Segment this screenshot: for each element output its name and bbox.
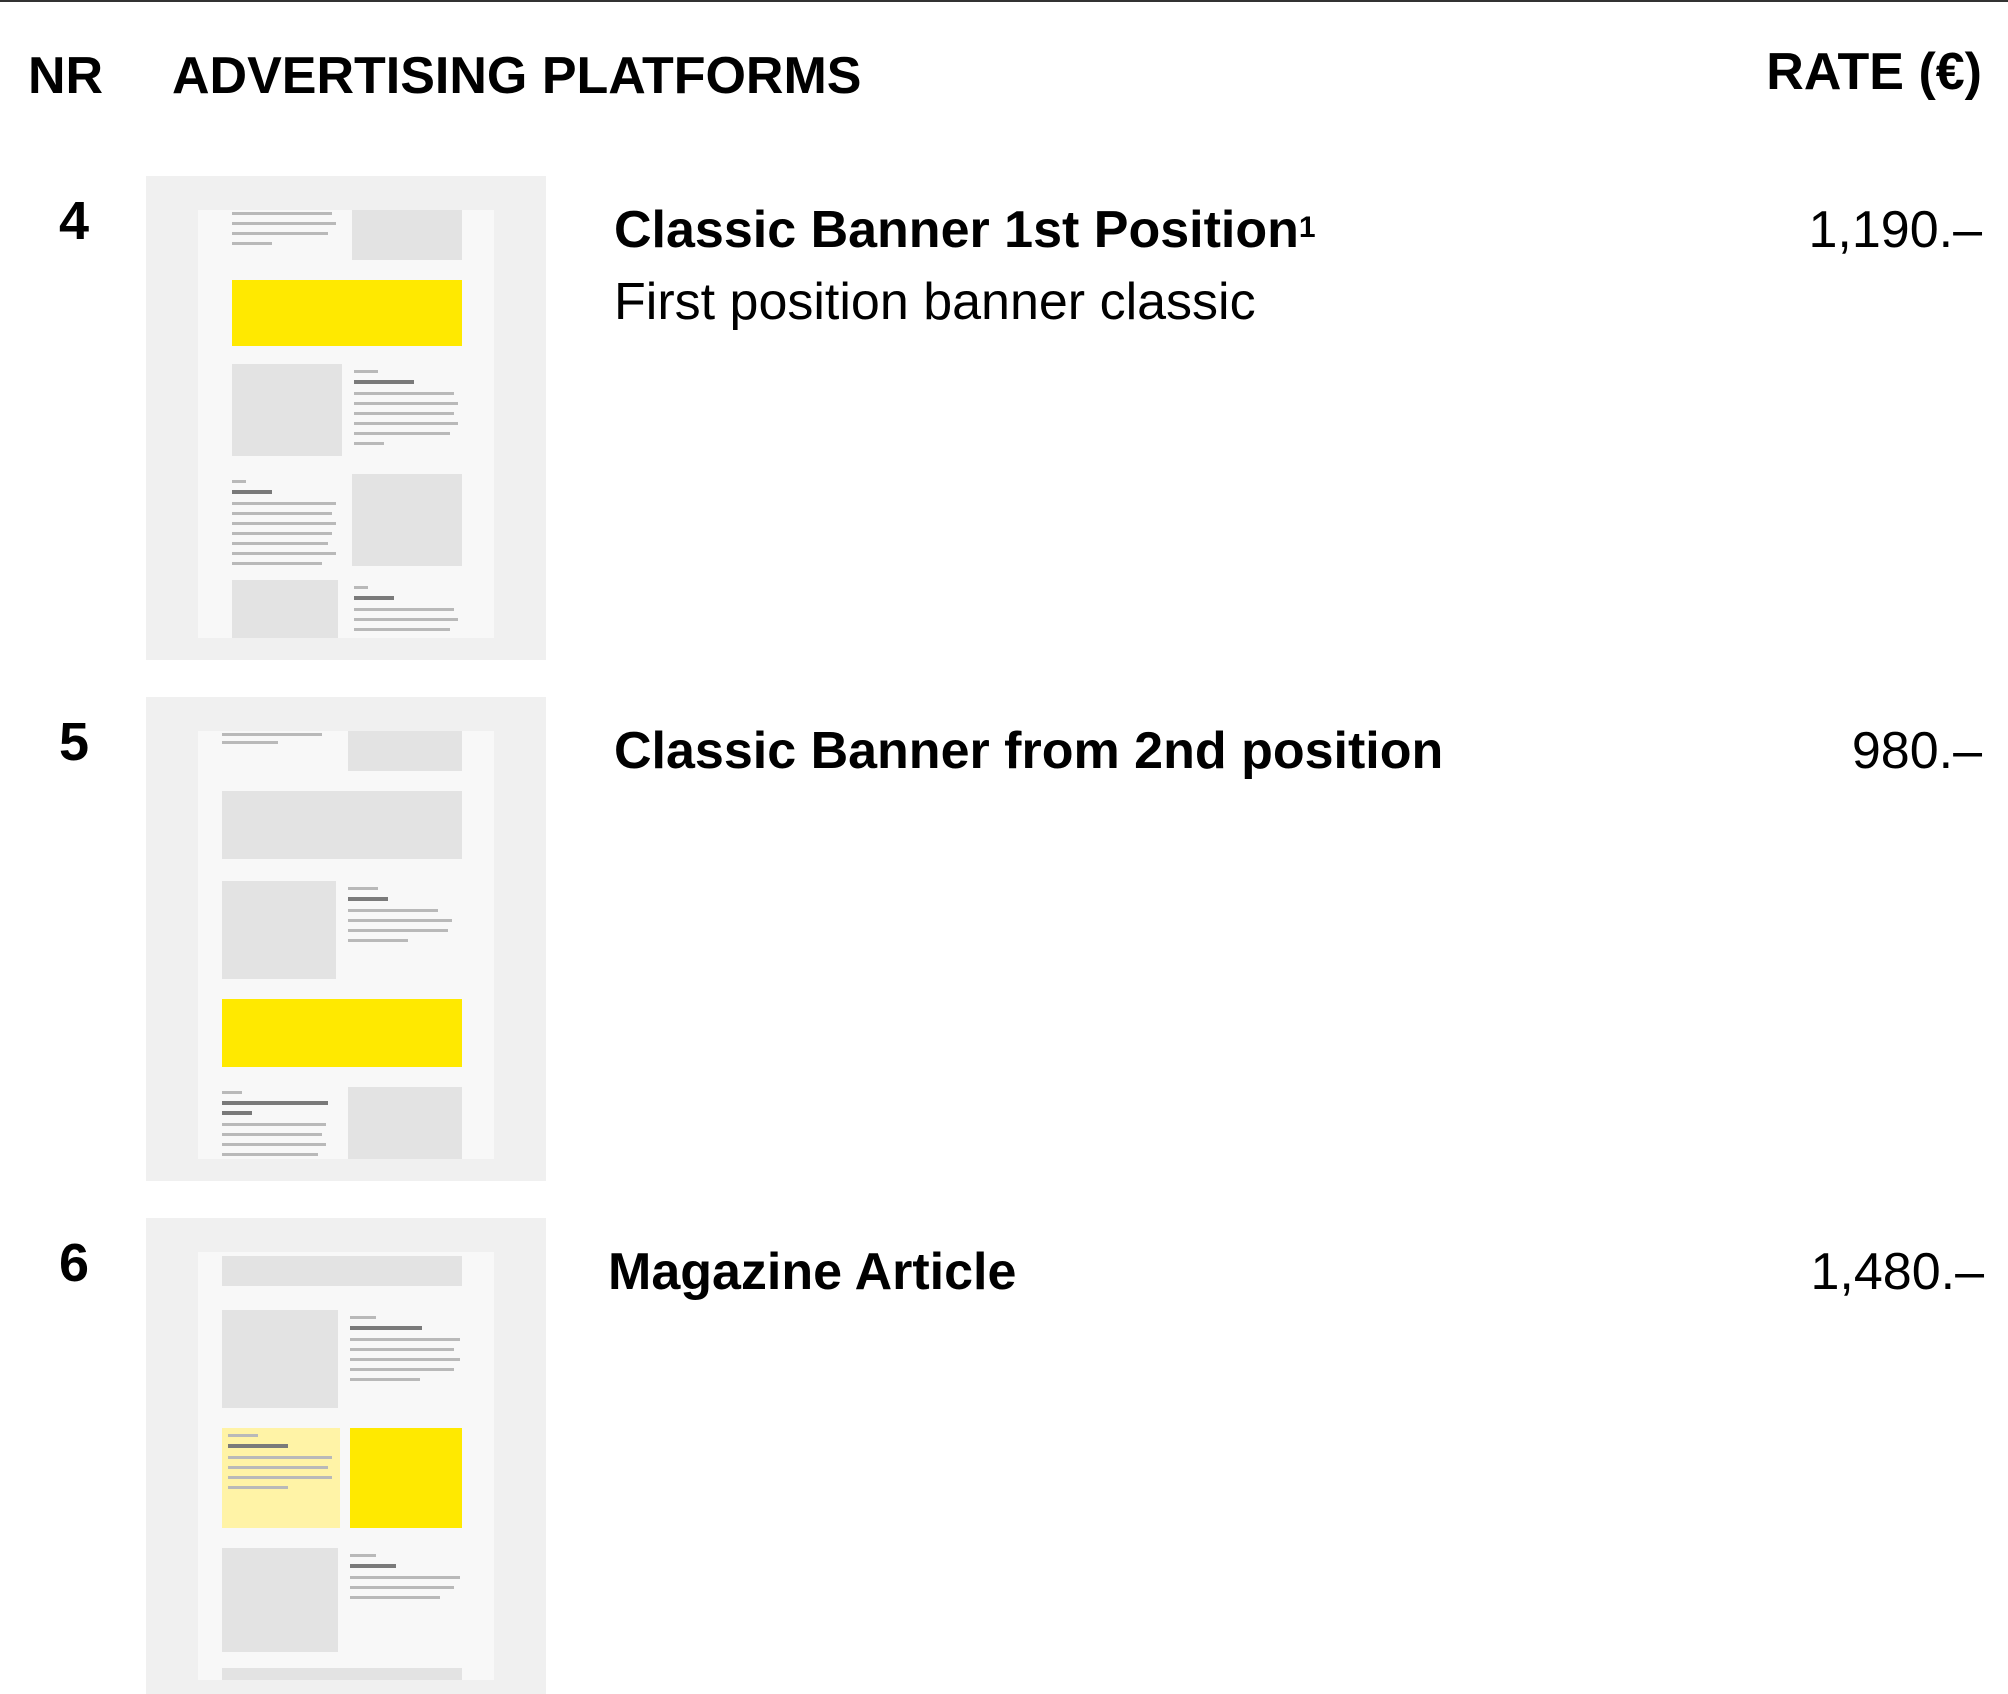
row-rate: 980.–: [1851, 722, 1982, 780]
thumbnail-page: [198, 210, 494, 638]
column-header-rate: RATE (€): [1766, 43, 1982, 101]
row-title: Classic Banner 1st Position1: [614, 201, 1316, 259]
row-rate: 1,190.–: [1808, 201, 1983, 259]
thumbnail-page: [198, 1252, 494, 1680]
top-divider: [0, 0, 2008, 2]
article-image-highlight: [350, 1428, 462, 1528]
table-row: 6 Magazine Article 1,480.–: [0, 1218, 2008, 1694]
row-number: 6: [58, 1233, 90, 1293]
banner-ad-highlight: [222, 999, 462, 1067]
row-title: Magazine Article: [608, 1243, 1017, 1301]
row-number: 5: [58, 712, 90, 772]
table-row: 5 Classic Banner from 2nd position 980.–: [0, 697, 2008, 1181]
row-title: Classic Banner from 2nd position: [614, 722, 1444, 780]
column-header-nr: NR: [28, 47, 104, 105]
row-subtitle: First position banner classic: [614, 273, 1256, 331]
thumbnail-classic-banner-2nd: [146, 697, 546, 1181]
thumbnail-classic-banner-1st: [146, 176, 546, 660]
row-number: 4: [58, 191, 90, 251]
rate-card-page: NR ADVERTISING PLATFORMS RATE (€) 4 Clas…: [0, 0, 2008, 1694]
thumbnail-page: [198, 731, 494, 1159]
thumbnail-magazine-article: [146, 1218, 546, 1694]
column-header-platforms: ADVERTISING PLATFORMS: [172, 47, 862, 105]
banner-ad-highlight: [232, 280, 462, 346]
footnote-marker: 1: [1298, 211, 1316, 244]
table-row: 4 Classic Banner 1st Position1 First pos…: [0, 176, 2008, 660]
row-rate: 1,480.–: [1810, 1243, 1985, 1301]
